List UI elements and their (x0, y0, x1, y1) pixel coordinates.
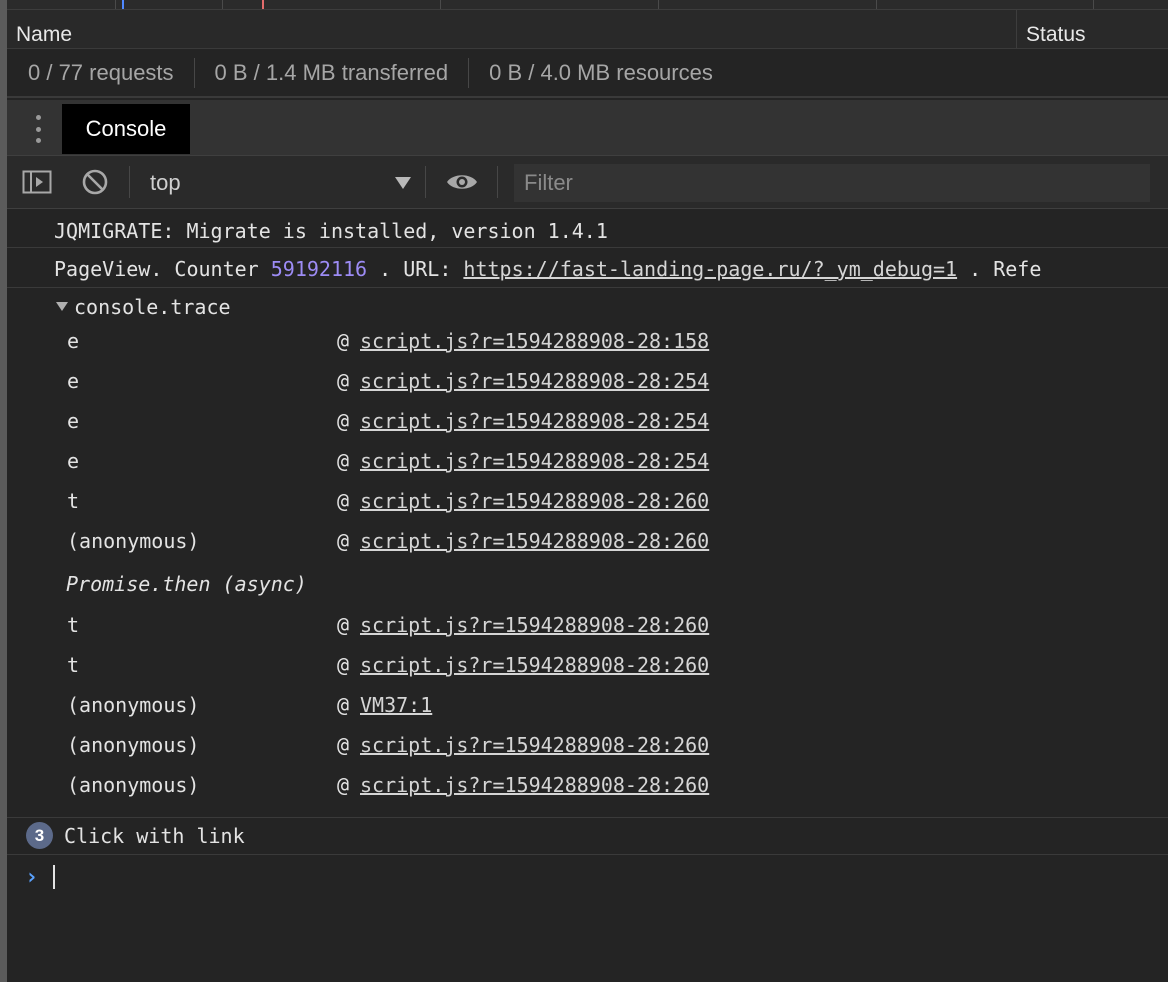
clear-console-icon[interactable] (82, 169, 108, 200)
requests-count: 0 / 77 requests (28, 59, 174, 85)
frame-source-link[interactable]: VM37:1 (360, 693, 432, 717)
message-text: Click with link (64, 824, 245, 848)
frame-function: t (67, 613, 80, 637)
frame-source-link[interactable]: script.js?r=1594288908-28:254 (360, 449, 709, 473)
frame-function: e (67, 409, 80, 433)
frame-at: @ (337, 329, 350, 353)
timeline-divider (222, 0, 223, 9)
console-message-pageview: PageView. Counter 59192116 . URL: https:… (7, 248, 1168, 288)
stack-frame: (anonymous) @ script.js?r=1594288908-28:… (7, 733, 1168, 773)
chevron-down-icon (395, 177, 411, 189)
counter-number: 59192116 (270, 257, 368, 281)
context-value: top (150, 170, 181, 195)
frame-function: (anonymous) (67, 733, 200, 757)
frame-source-link[interactable]: script.js?r=1594288908-28:260 (360, 653, 709, 677)
text-caret (53, 865, 55, 889)
tab-console[interactable]: Console (62, 104, 190, 154)
stack-frame: e @ script.js?r=1594288908-28:254 (7, 369, 1168, 409)
toolbar-divider (497, 166, 498, 198)
pageview-mid: . URL: (367, 257, 464, 281)
network-timeline-strip (7, 0, 1168, 10)
pageview-suffix: . Refe (957, 257, 1042, 281)
console-toolbar: top (7, 156, 1168, 209)
frame-at: @ (337, 449, 350, 473)
frame-function: e (67, 329, 80, 353)
timeline-divider (115, 0, 116, 9)
message-text: JQMIGRATE: Migrate is installed, version… (54, 219, 608, 243)
transferred-size: 0 B / 1.4 MB transferred (214, 59, 449, 85)
frame-source-link[interactable]: script.js?r=1594288908-28:254 (360, 409, 709, 433)
kebab-icon[interactable] (33, 115, 43, 143)
toolbar-divider (129, 166, 130, 198)
message-text: PageView. Counter 59192116 . URL: https:… (54, 257, 1041, 281)
frame-at: @ (337, 369, 350, 393)
console-prompt[interactable]: › (7, 855, 1168, 982)
stack-frame: t @ script.js?r=1594288908-28:260 (7, 653, 1168, 693)
frame-source-link[interactable]: script.js?r=1594288908-28:260 (360, 733, 709, 757)
filter-input[interactable] (514, 164, 1150, 202)
stack-frame: t @ script.js?r=1594288908-28:260 (7, 489, 1168, 529)
async-boundary-label: Promise.then (async) (66, 572, 307, 596)
frame-at: @ (337, 489, 350, 513)
pageview-url-link[interactable]: https://fast-landing-page.ru/?_ym_debug=… (463, 257, 957, 281)
stack-frame: (anonymous) @ VM37:1 (7, 693, 1168, 733)
frame-at: @ (337, 773, 350, 797)
frame-function: t (67, 489, 80, 513)
triangle-down-icon (56, 302, 68, 311)
repeat-count-badge: 3 (26, 822, 53, 849)
frame-source-link[interactable]: script.js?r=1594288908-28:260 (360, 613, 709, 637)
eye-icon[interactable] (446, 172, 478, 197)
sidebar-toggle-icon[interactable] (22, 170, 52, 199)
console-message-grouped: 3 Click with link (7, 817, 1168, 855)
toolbar-divider (425, 166, 426, 198)
frame-at: @ (337, 613, 350, 637)
pageview-prefix: PageView. Counter (54, 257, 271, 281)
context-selector[interactable]: top (137, 164, 417, 200)
stack-frame: (anonymous) @ script.js?r=1594288908-28:… (7, 529, 1168, 569)
timeline-divider (440, 0, 441, 9)
stack-frame: e @ script.js?r=1594288908-28:254 (7, 449, 1168, 489)
console-trace-toggle[interactable]: console.trace (56, 295, 231, 319)
stack-frame: e @ script.js?r=1594288908-28:254 (7, 409, 1168, 449)
frame-function: t (67, 653, 80, 677)
resources-size: 0 B / 4.0 MB resources (489, 59, 713, 85)
prompt-chevron-icon: › (25, 865, 39, 890)
frame-function: (anonymous) (67, 773, 200, 797)
frame-function: (anonymous) (67, 529, 200, 553)
frame-source-link[interactable]: script.js?r=1594288908-28:260 (360, 529, 709, 553)
frame-function: e (67, 449, 80, 473)
timeline-dom-marker (122, 0, 124, 9)
drawer-tab-strip: Console (7, 100, 1168, 156)
timeline-divider (658, 0, 659, 9)
frame-at: @ (337, 529, 350, 553)
frame-source-link[interactable]: script.js?r=1594288908-28:260 (360, 489, 709, 513)
column-divider (1016, 10, 1017, 48)
timeline-load-marker (262, 0, 264, 9)
frame-at: @ (337, 733, 350, 757)
column-status[interactable]: Status (1026, 23, 1086, 47)
frame-source-link[interactable]: script.js?r=1594288908-28:158 (360, 329, 709, 353)
stack-frame: t @ script.js?r=1594288908-28:260 (7, 613, 1168, 653)
network-table-header: Name Status (7, 10, 1168, 48)
frame-source-link[interactable]: script.js?r=1594288908-28:254 (360, 369, 709, 393)
stack-frame: e @ script.js?r=1594288908-28:158 (7, 329, 1168, 369)
network-summary-bar: 0 / 77 requests 0 B / 1.4 MB transferred… (7, 48, 1168, 98)
console-message-jqmigrate: JQMIGRATE: Migrate is installed, version… (7, 209, 1168, 248)
console-messages: JQMIGRATE: Migrate is installed, version… (7, 209, 1168, 982)
frame-at: @ (337, 653, 350, 677)
timeline-divider (1093, 0, 1094, 9)
stack-frame: (anonymous) @ script.js?r=1594288908-28:… (7, 773, 1168, 813)
trace-label: console.trace (74, 295, 231, 319)
frame-function: e (67, 369, 80, 393)
timeline-divider (876, 0, 877, 9)
frame-source-link[interactable]: script.js?r=1594288908-28:260 (360, 773, 709, 797)
frame-at: @ (337, 693, 350, 717)
frame-function: (anonymous) (67, 693, 200, 717)
column-name[interactable]: Name (16, 23, 72, 47)
frame-at: @ (337, 409, 350, 433)
